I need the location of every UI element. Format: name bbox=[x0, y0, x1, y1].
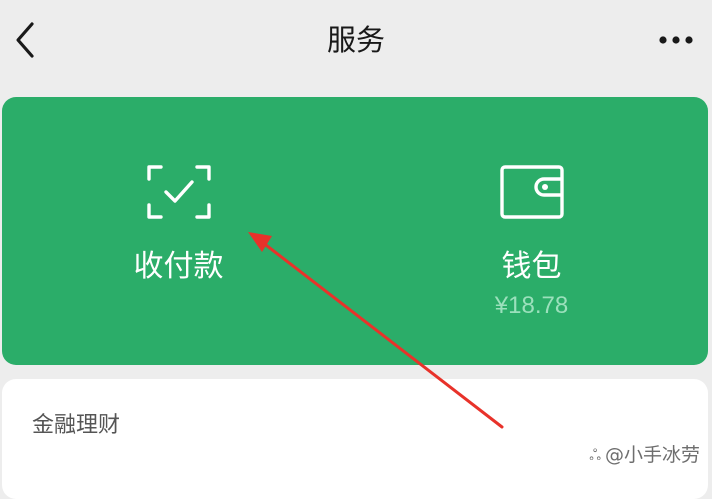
finance-section: 金融理财 bbox=[2, 379, 708, 499]
wallet-balance: ¥18.78 bbox=[494, 292, 569, 319]
wallet-button[interactable]: 钱包 ¥18.78 bbox=[355, 97, 708, 365]
more-horizontal-icon bbox=[659, 36, 693, 44]
wallet-icon bbox=[499, 165, 564, 219]
section-title-finance: 金融理财 bbox=[32, 413, 121, 438]
watermark: ஃ @小手冰劳 bbox=[589, 443, 700, 467]
top-nav-bar: 服务 bbox=[0, 0, 712, 84]
more-button[interactable] bbox=[652, 24, 700, 56]
pay-receive-label: 收付款 bbox=[133, 249, 224, 284]
watermark-logo-icon: ஃ bbox=[589, 446, 601, 464]
scan-check-icon bbox=[146, 165, 211, 219]
wallet-card: 收付款 钱包 ¥18.78 bbox=[2, 97, 708, 365]
wallet-label: 钱包 bbox=[501, 249, 562, 284]
page-title: 服务 bbox=[326, 23, 385, 57]
watermark-text: @小手冰劳 bbox=[604, 444, 700, 466]
pay-receive-button[interactable]: 收付款 bbox=[2, 97, 355, 365]
